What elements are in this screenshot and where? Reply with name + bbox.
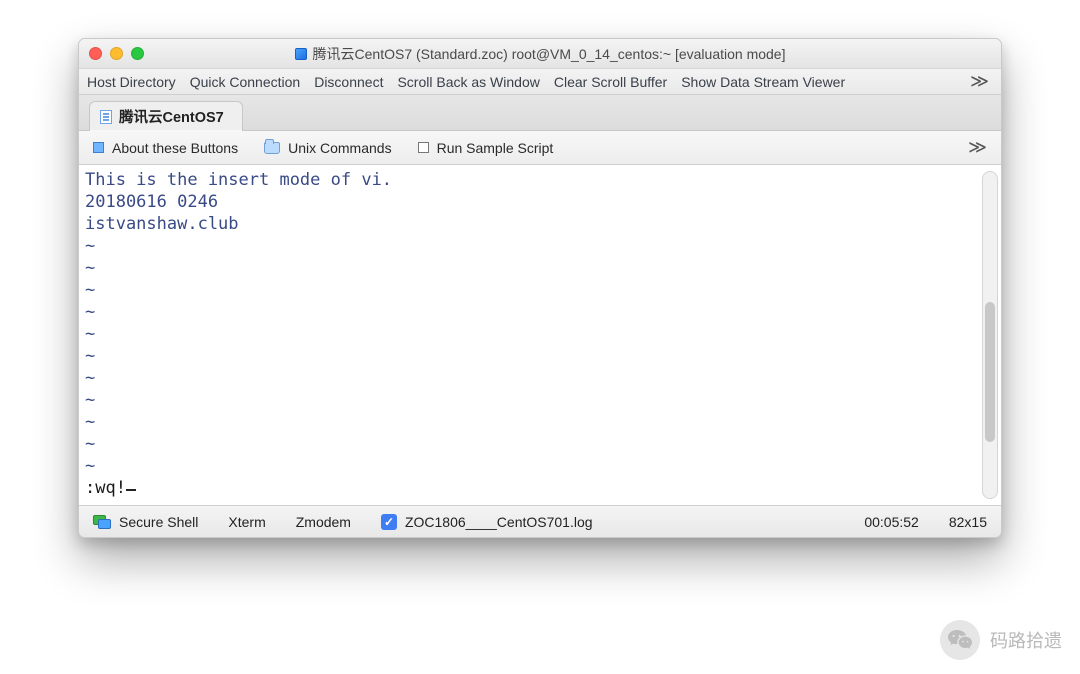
square-grey-icon (418, 142, 429, 153)
term-tilde: ~ (85, 434, 95, 454)
terminal[interactable]: This is the insert mode of vi. 20180616 … (79, 165, 1001, 505)
run-sample-script[interactable]: Run Sample Script (418, 140, 554, 156)
menubar-overflow[interactable]: ≫ (966, 71, 993, 92)
status-term-label: Xterm (228, 514, 265, 530)
status-shell-label: Secure Shell (119, 514, 198, 530)
scrollbar-thumb[interactable] (985, 302, 995, 442)
term-line-2: 20180616 0246 (85, 192, 218, 212)
watermark: 码路拾遗 (940, 620, 1062, 660)
status-size-value: 82x15 (949, 514, 987, 530)
document-icon (100, 110, 112, 124)
status-term[interactable]: Xterm (228, 514, 265, 530)
btnbar-overflow[interactable]: ≫ (968, 137, 987, 158)
tabbar: 腾讯云CentOS7 (79, 95, 1001, 131)
term-tilde: ~ (85, 258, 95, 278)
window-title: 腾讯云CentOS7 (Standard.zoc) root@VM_0_14_c… (313, 44, 786, 64)
term-command: :wq! (85, 478, 126, 498)
terminal-wrap: This is the insert mode of vi. 20180616 … (79, 165, 1001, 505)
unix-commands-label: Unix Commands (288, 140, 391, 156)
menu-data-stream[interactable]: Show Data Stream Viewer (681, 74, 845, 90)
titlebar: 腾讯云CentOS7 (Standard.zoc) root@VM_0_14_c… (79, 39, 1001, 69)
menubar: Host Directory Quick Connection Disconne… (79, 69, 1001, 95)
term-tilde: ~ (85, 368, 95, 388)
term-tilde: ~ (85, 456, 95, 476)
app-window: 腾讯云CentOS7 (Standard.zoc) root@VM_0_14_c… (78, 38, 1002, 538)
term-tilde: ~ (85, 324, 95, 344)
cursor (126, 489, 136, 491)
square-blue-icon (93, 142, 104, 153)
term-tilde: ~ (85, 280, 95, 300)
wechat-icon (940, 620, 980, 660)
status-elapsed-value: 00:05:52 (864, 514, 919, 530)
scrollbar[interactable] (982, 171, 998, 499)
menu-quick-connection[interactable]: Quick Connection (190, 74, 301, 90)
about-buttons-label: About these Buttons (112, 140, 238, 156)
status-elapsed: 00:05:52 (864, 514, 919, 530)
status-log-file: ZOC1806____CentOS701.log (405, 514, 593, 530)
minimize-button[interactable] (110, 47, 123, 60)
status-size: 82x15 (949, 514, 987, 530)
status-protocol[interactable]: Zmodem (296, 514, 351, 530)
watermark-text: 码路拾遗 (990, 627, 1062, 653)
tab-active[interactable]: 腾讯云CentOS7 (89, 101, 243, 131)
menu-host-directory[interactable]: Host Directory (87, 74, 176, 90)
status-log[interactable]: ✓ ZOC1806____CentOS701.log (381, 514, 593, 530)
unix-commands[interactable]: Unix Commands (264, 140, 391, 156)
statusbar: Secure Shell Xterm Zmodem ✓ ZOC1806____C… (79, 505, 1001, 537)
traffic-lights (89, 47, 144, 60)
term-line-3: istvanshaw.club (85, 214, 239, 234)
folder-icon (264, 142, 280, 154)
term-line-1: This is the insert mode of vi. (85, 170, 392, 190)
term-tilde: ~ (85, 236, 95, 256)
menu-disconnect[interactable]: Disconnect (314, 74, 383, 90)
term-tilde: ~ (85, 302, 95, 322)
term-tilde: ~ (85, 390, 95, 410)
monitors-icon (93, 515, 111, 529)
term-tilde: ~ (85, 346, 95, 366)
about-buttons[interactable]: About these Buttons (93, 140, 238, 156)
term-tilde: ~ (85, 412, 95, 432)
status-shell[interactable]: Secure Shell (93, 514, 198, 530)
close-button[interactable] (89, 47, 102, 60)
menu-clear-scroll[interactable]: Clear Scroll Buffer (554, 74, 667, 90)
checkbox-icon[interactable]: ✓ (381, 514, 397, 530)
button-toolbar: About these Buttons Unix Commands Run Sa… (79, 131, 1001, 165)
status-protocol-label: Zmodem (296, 514, 351, 530)
run-sample-label: Run Sample Script (437, 140, 554, 156)
window-icon (295, 48, 307, 60)
tab-label: 腾讯云CentOS7 (119, 106, 224, 127)
maximize-button[interactable] (131, 47, 144, 60)
menu-scroll-back[interactable]: Scroll Back as Window (397, 74, 539, 90)
